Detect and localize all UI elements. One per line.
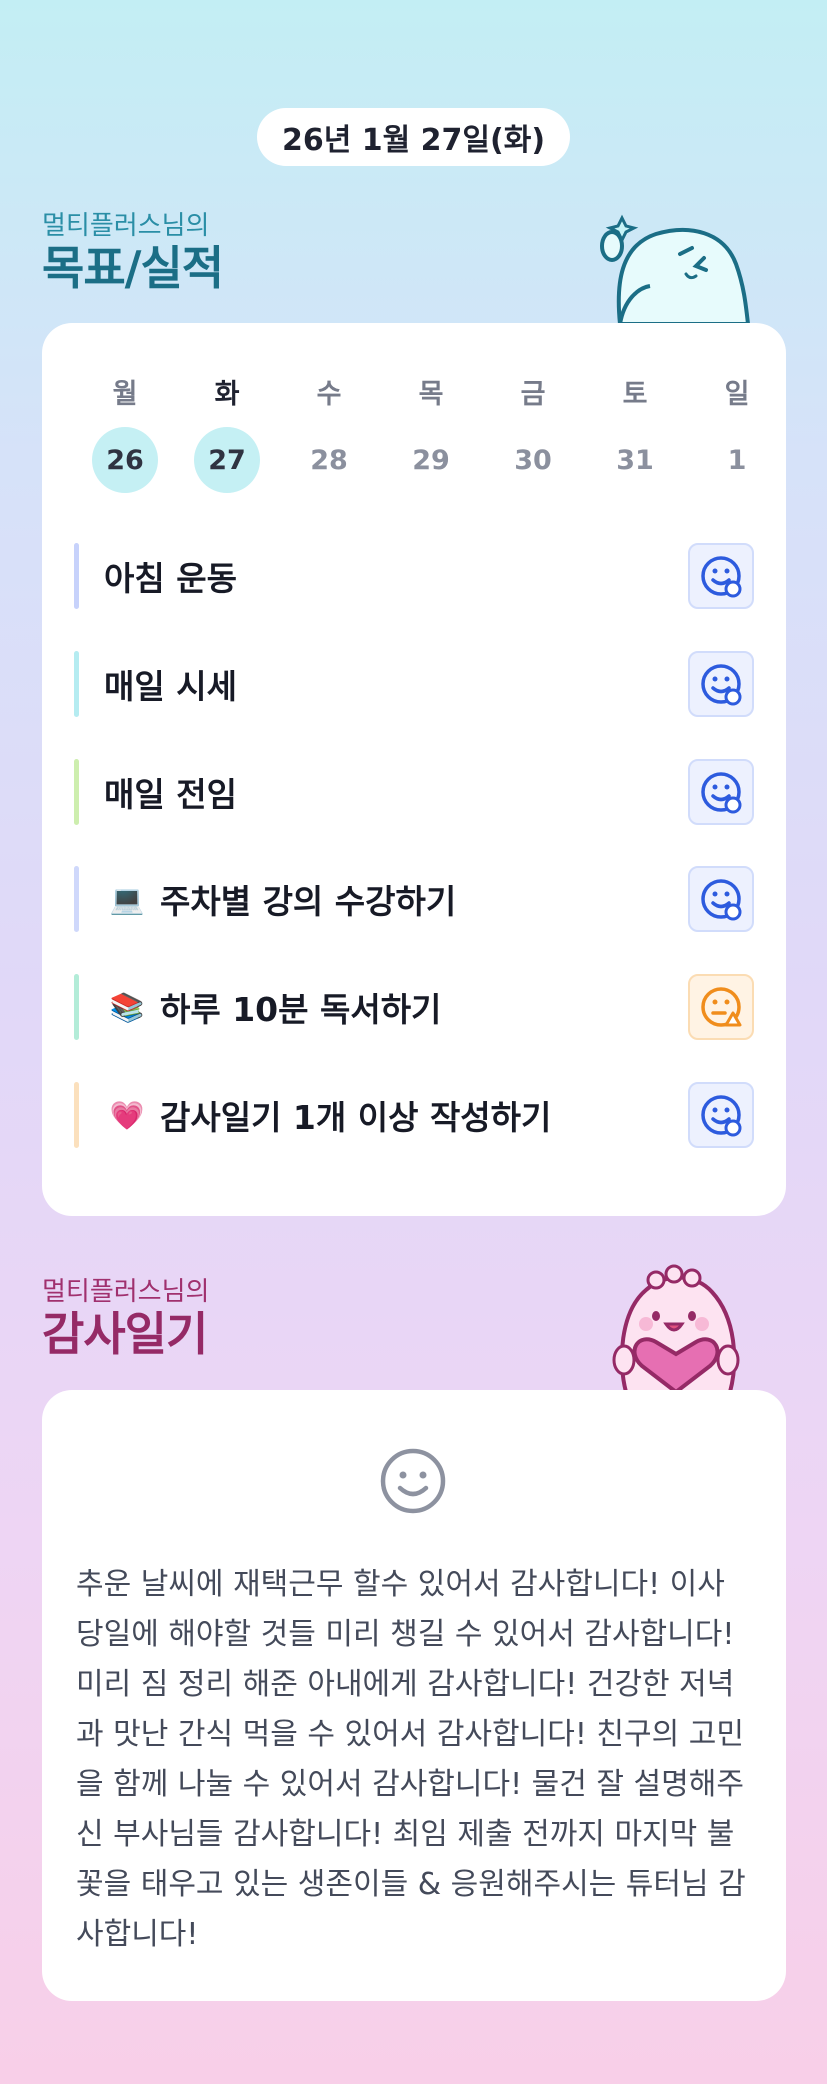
goal-label: 주차별 강의 수강하기 [160, 882, 457, 921]
goal-label: 아침 운동 [104, 559, 237, 598]
goal-color-bar [74, 651, 79, 717]
weekday-label: 수 [316, 379, 342, 410]
day-fri[interactable]: 금 30 [482, 375, 584, 493]
day-number: 28 [310, 444, 348, 476]
smile-face-icon [380, 1448, 446, 1514]
weekday-label: 목 [418, 379, 444, 410]
goals-section-subtitle: 멀티플러스님의 [42, 211, 210, 241]
goals-card: 월 26 화 27 수 28 목 29 금 30 토 31 일 1 아침 운동 … [42, 323, 786, 1216]
day-number: 1 [727, 444, 747, 476]
laptop-icon: 💻 [109, 882, 145, 916]
week-calendar: 월 26 화 27 수 28 목 29 금 30 토 31 일 1 [74, 375, 788, 493]
goal-status-button[interactable] [688, 866, 754, 932]
goal-label: 매일 시세 [104, 667, 237, 706]
goal-color-bar [74, 866, 79, 932]
goal-color-bar [74, 1082, 79, 1148]
diary-section-subtitle: 멀티플러스님의 [42, 1277, 210, 1307]
day-mon[interactable]: 월 26 [74, 375, 176, 493]
smile-status-icon [701, 772, 742, 814]
goal-label: 매일 전임 [104, 775, 237, 814]
meh-status-icon [701, 987, 742, 1027]
goal-color-bar [74, 543, 79, 609]
smile-status-icon [701, 664, 742, 706]
day-sat[interactable]: 토 31 [584, 375, 686, 493]
heart-icon: 💗 [109, 1098, 145, 1132]
weekday-label: 토 [622, 379, 648, 410]
day-number: 27 [194, 427, 260, 493]
blue-mascot-icon [600, 214, 751, 324]
day-thu[interactable]: 목 29 [380, 375, 482, 493]
weekday-label: 일 [724, 379, 750, 410]
goal-item-morning-exercise[interactable]: 아침 운동 [74, 543, 754, 609]
goal-item-weekly-lecture[interactable]: 💻 주차별 강의 수강하기 [74, 866, 754, 932]
pink-mascot-icon [612, 1264, 740, 1392]
day-tue[interactable]: 화 27 [176, 375, 278, 493]
smile-status-icon [701, 1095, 742, 1137]
weekday-label: 화 [214, 379, 240, 410]
diary-card: 추운 날씨에 재택근무 할수 있어서 감사합니다! 이사 당일에 해야할 것들 … [42, 1390, 786, 2001]
goal-label: 하루 10분 독서하기 [160, 990, 442, 1029]
day-sun[interactable]: 일 1 [686, 375, 788, 493]
diary-section-header: 멀티플러스님의 감사일기 [42, 1276, 209, 1360]
smile-status-icon [701, 556, 742, 598]
goal-status-button[interactable] [688, 543, 754, 609]
diary-entry-text: 추운 날씨에 재택근무 할수 있어서 감사합니다! 이사 당일에 해야할 것들 … [76, 1567, 746, 1952]
day-number: 26 [92, 427, 158, 493]
goal-color-bar [74, 759, 79, 825]
goal-item-daily-price[interactable]: 매일 시세 [74, 651, 754, 717]
goal-item-daily-lease[interactable]: 매일 전임 [74, 759, 754, 825]
goal-status-button[interactable] [688, 651, 754, 717]
goals-section-header: 멀티플러스님의 목표/실적 [42, 210, 224, 295]
day-number: 29 [412, 444, 450, 476]
goal-color-bar [74, 974, 79, 1040]
goal-item-gratitude-diary[interactable]: 💗 감사일기 1개 이상 작성하기 [74, 1082, 754, 1148]
diary-section-title: 감사일기 [42, 1307, 208, 1361]
goal-status-button[interactable] [688, 974, 754, 1040]
day-number: 30 [514, 444, 552, 476]
day-number: 31 [616, 444, 654, 476]
goal-label: 감사일기 1개 이상 작성하기 [160, 1098, 552, 1137]
weekday-label: 금 [520, 379, 546, 410]
goal-status-button[interactable] [688, 1082, 754, 1148]
goal-item-daily-reading[interactable]: 📚 하루 10분 독서하기 [74, 974, 754, 1040]
smile-status-icon [701, 879, 742, 921]
goals-section-title: 목표/실적 [42, 241, 224, 295]
date-label[interactable]: 26년 1월 27일(화) [257, 108, 570, 166]
weekday-label: 월 [112, 379, 138, 410]
day-wed[interactable]: 수 28 [278, 375, 380, 493]
goal-status-button[interactable] [688, 759, 754, 825]
books-icon: 📚 [109, 990, 145, 1024]
